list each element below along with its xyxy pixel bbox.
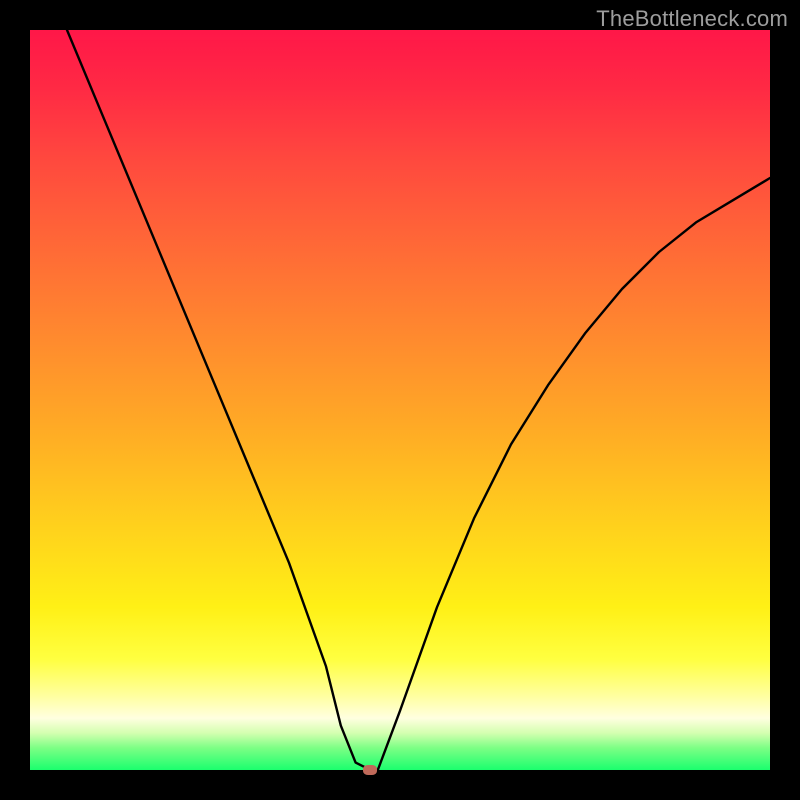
- bottleneck-curve: [67, 30, 770, 770]
- watermark-text: TheBottleneck.com: [596, 6, 788, 32]
- curve-svg: [30, 30, 770, 770]
- optimal-point-marker: [363, 765, 377, 775]
- plot-area: [30, 30, 770, 770]
- chart-container: TheBottleneck.com: [0, 0, 800, 800]
